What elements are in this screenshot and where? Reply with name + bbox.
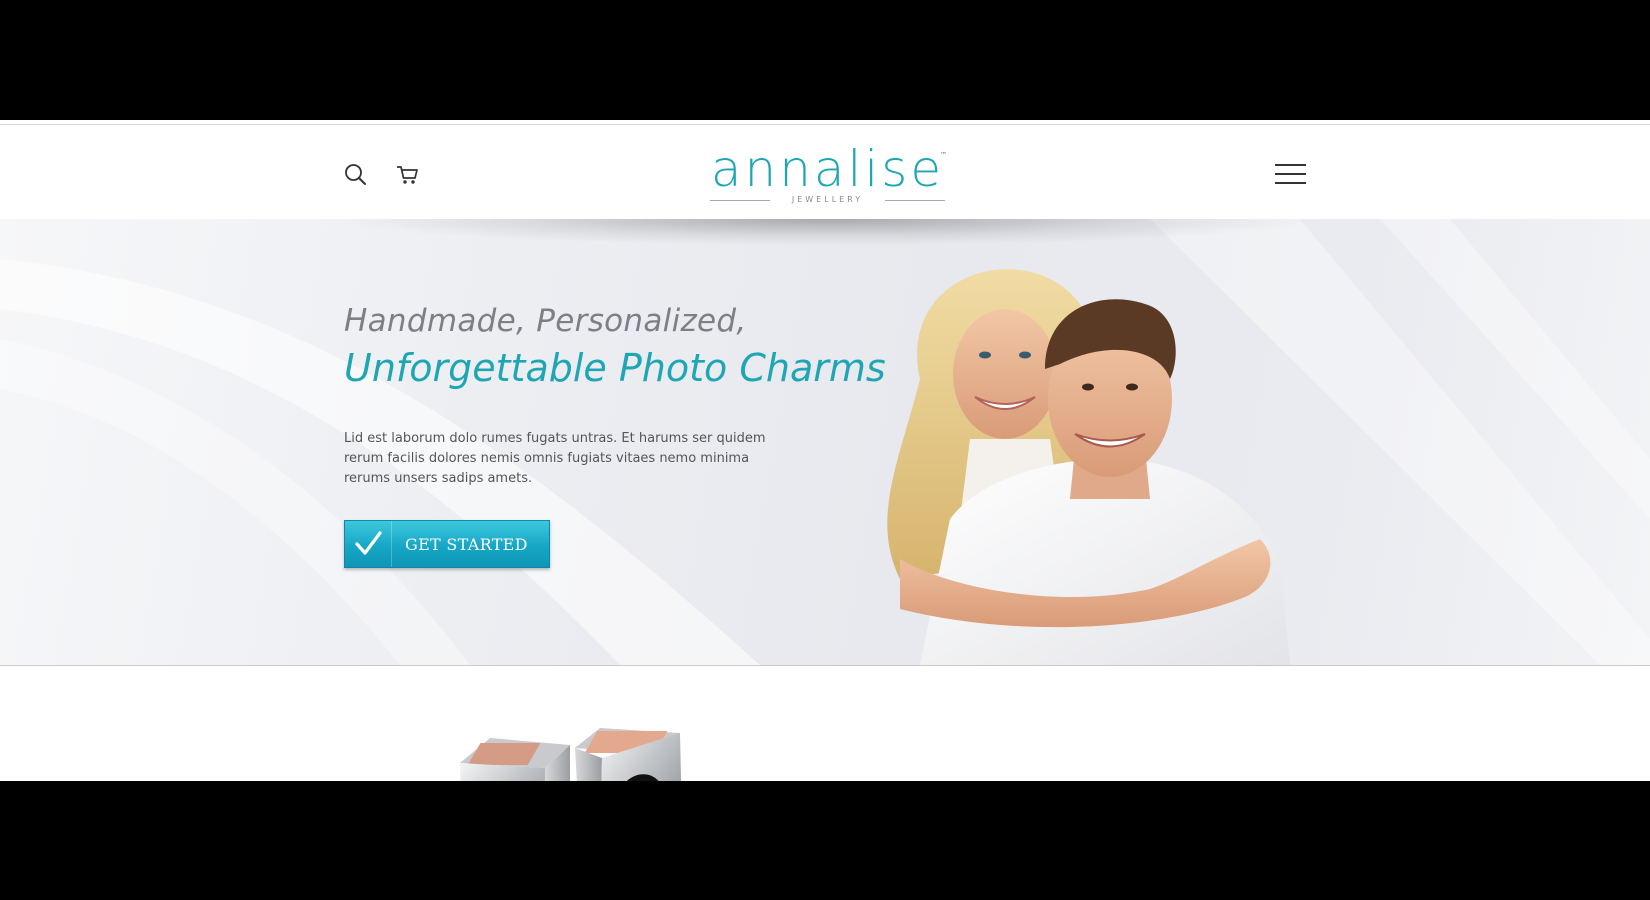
hero-banner: Handmade, Personalized, Unforgettable Ph… [0, 219, 1650, 666]
hamburger-menu-icon [1275, 164, 1306, 166]
header-drop-shadow [345, 219, 1305, 245]
logo-wordmark: annalise [710, 140, 945, 198]
checkmark-icon [355, 531, 382, 555]
cart-button[interactable] [395, 162, 421, 188]
site-header: annalise ™ JEWELLERY [0, 124, 1650, 220]
hero-headline-line2: Unforgettable Photo Charms [344, 346, 886, 390]
button-divider [391, 521, 392, 567]
cart-icon [397, 166, 418, 184]
logo-rule-right [885, 200, 945, 201]
hero-headline-line1: Handmade, Personalized, [344, 303, 747, 339]
hero-background-swoosh [0, 219, 1650, 665]
logo-trademark: ™ [940, 151, 947, 159]
photo-charm-cubes-image [460, 728, 682, 781]
hamburger-menu-icon-bar [1275, 173, 1306, 175]
couple-photo [887, 269, 1290, 665]
hero-description: Lid est laborum dolo rumes fugats untras… [344, 431, 766, 486]
get-started-label: GET STARTED [405, 535, 528, 554]
menu-button[interactable] [1275, 161, 1307, 187]
hamburger-menu-icon-bar [1275, 182, 1306, 184]
landing-page: annalise ™ JEWELLERY Handmade, Personali… [0, 120, 1650, 781]
brand-logo[interactable]: annalise ™ JEWELLERY [700, 139, 960, 209]
search-button[interactable] [343, 162, 369, 188]
search-icon [345, 164, 366, 185]
logo-tagline: JEWELLERY [791, 195, 864, 204]
get-started-button[interactable]: GET STARTED [344, 520, 550, 568]
logo-rule-left [710, 200, 770, 201]
